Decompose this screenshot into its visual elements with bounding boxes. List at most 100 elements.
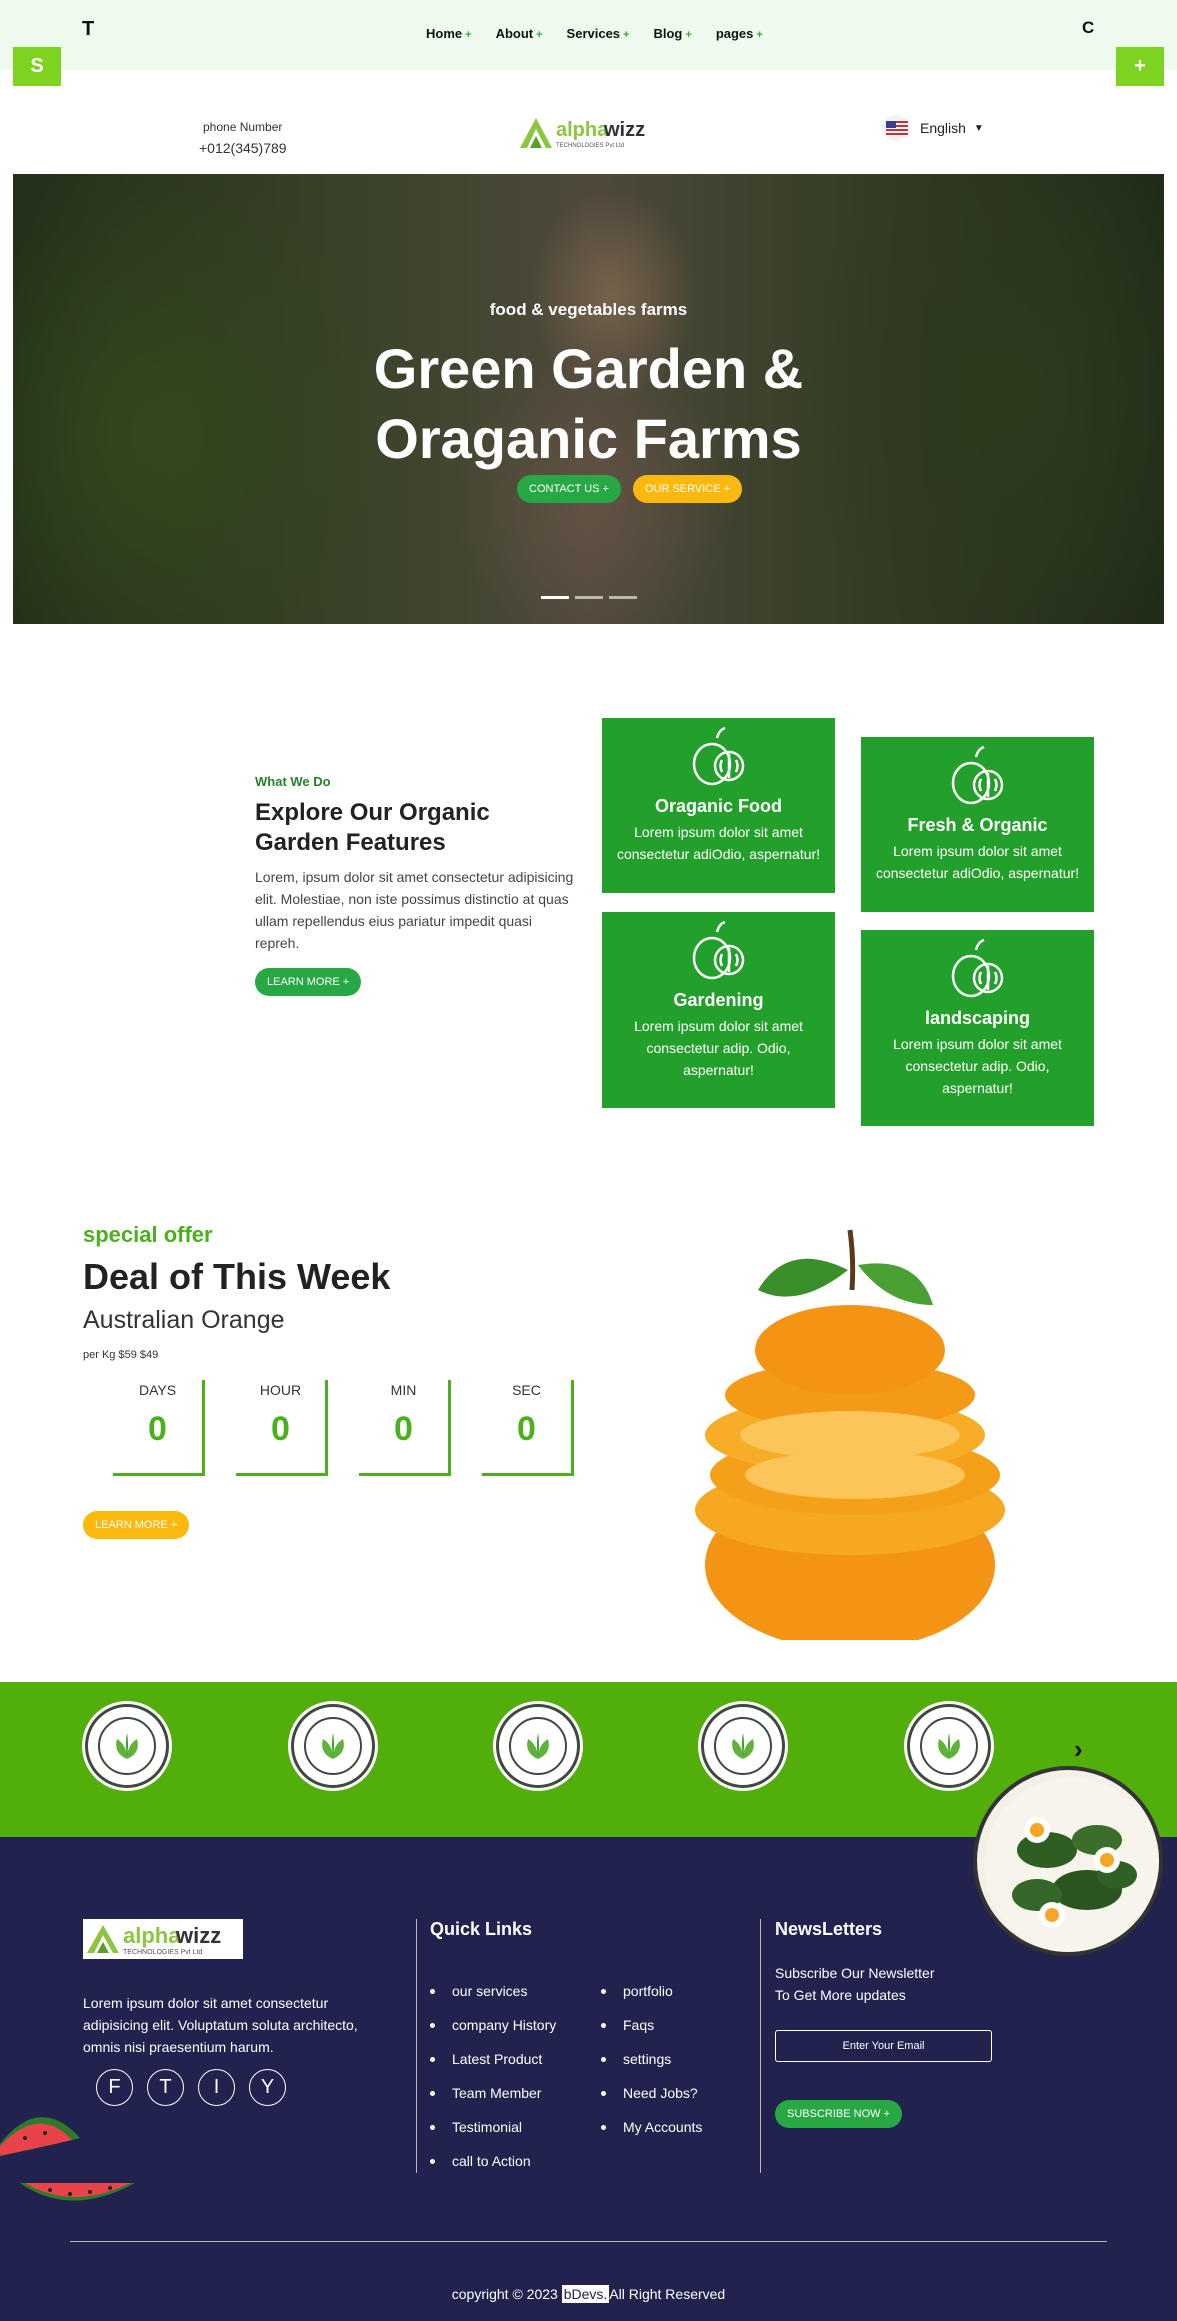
footer-link[interactable]: portfolio <box>601 1983 702 2017</box>
our-service-button[interactable]: OUR SERVICE + <box>632 475 743 503</box>
learn-more-button[interactable]: LEARN MORE + <box>255 968 362 996</box>
svg-text:TECHNOLOGIES Pvt Ltd: TECHNOLOGIES Pvt Ltd <box>123 1949 202 1956</box>
brand-link[interactable]: bDevs. <box>561 2285 610 2303</box>
phone-label: phone Number <box>203 120 283 134</box>
feature-card[interactable]: Fresh & Organic Lorem ipsum dolor sit am… <box>861 737 1094 912</box>
footer-link[interactable]: Testimonial <box>430 2119 556 2153</box>
footer-link[interactable]: company History <box>430 2017 556 2051</box>
footer-link[interactable]: settings <box>601 2051 702 2085</box>
subscribe-button[interactable]: SUBSCRIBE NOW + <box>775 2100 902 2128</box>
svg-text:wizz: wizz <box>175 1923 221 1948</box>
twitter-icon[interactable]: T <box>147 2069 184 2106</box>
hero-title: Green Garden & Oraganic Farms <box>373 337 804 470</box>
svg-text:alpha: alpha <box>556 119 609 141</box>
countdown-hours: HOUR 0 <box>236 1380 328 1476</box>
section-label: What We Do <box>255 774 331 789</box>
newsletter-text: Subscribe Our Newsletter To Get More upd… <box>775 1965 935 2003</box>
top-navbar: T Home + About + Services + Blog + pages + C <box>0 0 1177 70</box>
left-square-button[interactable]: S <box>13 47 61 86</box>
newsletter-title: NewsLetters <box>775 1919 883 1939</box>
plus-icon: + <box>536 29 543 41</box>
card-text: Lorem ipsum dolor sit amet consectetur a… <box>875 843 1080 881</box>
deal-learn-more-button[interactable]: LEARN MORE + <box>83 1511 190 1539</box>
chevron-right-icon[interactable]: › <box>1074 1734 1083 1765</box>
section-title: Explore Our Organic Garden Features <box>255 799 490 856</box>
footer-link[interactable]: Latest Product <box>430 2051 556 2085</box>
footer-link[interactable]: Team Member <box>430 2085 556 2119</box>
nav-services[interactable]: Services + <box>567 26 630 41</box>
phone-number[interactable]: +012(345)789 <box>199 140 287 156</box>
plus-icon: + <box>685 29 692 41</box>
feature-card[interactable]: landscaping Lorem ipsum dolor sit amet c… <box>861 930 1094 1126</box>
contact-us-button[interactable]: CONTACT US + <box>517 475 621 503</box>
card-title: Oraganic Food <box>654 796 782 816</box>
us-flag-icon <box>882 115 912 141</box>
slider-dot[interactable] <box>575 596 603 599</box>
quality-badge-icon <box>85 1704 169 1788</box>
youtube-icon[interactable]: Y <box>249 2069 286 2106</box>
pumpkin-icon <box>943 938 1013 1002</box>
nav-about[interactable]: About + <box>496 26 543 41</box>
svg-text:alpha: alpha <box>123 1923 181 1948</box>
top-left-letter: T <box>82 18 95 40</box>
language-label: English <box>920 120 966 136</box>
top-right-letter: C <box>1082 18 1095 37</box>
main-menu: Home + About + Services + Blog + pages + <box>426 26 763 41</box>
hero-slider: food & vegetables farms Green Garden & O… <box>13 174 1164 624</box>
pumpkin-icon <box>684 920 754 984</box>
card-text: Lorem ipsum dolor sit amet consectetur a… <box>893 1036 1062 1096</box>
footer-divider <box>416 1919 417 2173</box>
card-text: Lorem ipsum dolor sit amet consectetur a… <box>634 1018 803 1078</box>
deal-label: special offer <box>83 1222 213 1247</box>
card-title: Gardening <box>673 990 764 1010</box>
nav-home[interactable]: Home + <box>426 26 472 41</box>
slider-dot[interactable] <box>541 596 569 599</box>
footer-rule <box>70 2241 1107 2242</box>
footer-link[interactable]: call to Action <box>430 2153 556 2187</box>
nav-pages[interactable]: pages + <box>716 26 763 41</box>
feature-card[interactable]: Oraganic Food Lorem ipsum dolor sit amet… <box>602 718 835 893</box>
feature-card[interactable]: Gardening Lorem ipsum dolor sit amet con… <box>602 912 835 1108</box>
deal-title: Deal of This Week <box>83 1256 391 1297</box>
footer-divider <box>760 1919 761 2173</box>
quick-links-col1: our services company History Latest Prod… <box>430 1983 556 2187</box>
footer-link[interactable]: Need Jobs? <box>601 2085 702 2119</box>
quality-badge-icon <box>907 1704 991 1788</box>
card-title: landscaping <box>924 1008 1031 1028</box>
copyright: copyright © 2023 bDevs. All Right Reserve… <box>451 2285 726 2303</box>
pumpkin-icon <box>684 726 754 790</box>
plus-icon: + <box>623 29 630 41</box>
nav-blog[interactable]: Blog + <box>653 26 691 41</box>
orange-image <box>680 1220 1020 1650</box>
pumpkin-icon <box>943 745 1013 809</box>
watermelon-image <box>0 2098 140 2218</box>
svg-text:TECHNOLOGIES Pvt Ltd: TECHNOLOGIES Pvt Ltd <box>556 143 624 149</box>
countdown-minutes: MIN 0 <box>359 1380 451 1476</box>
card-title: Fresh & Organic <box>907 815 1048 835</box>
footer-link[interactable]: Faqs <box>601 2017 702 2051</box>
language-selector[interactable]: English ▼ <box>882 115 984 141</box>
slider-dot[interactable] <box>609 596 637 599</box>
footer-link[interactable]: our services <box>430 1983 556 2017</box>
right-square-button[interactable]: + <box>1116 47 1164 86</box>
quality-badge-icon <box>496 1704 580 1788</box>
countdown-days: DAYS 0 <box>113 1380 205 1476</box>
quality-badge-icon <box>291 1704 375 1788</box>
salad-bowl-image <box>973 1766 1163 1956</box>
quick-links-title: Quick Links <box>430 1919 533 1939</box>
countdown-seconds: SEC 0 <box>482 1380 574 1476</box>
slider-dots <box>541 596 637 599</box>
footer-link[interactable]: My Accounts <box>601 2119 702 2153</box>
newsletter-email-input[interactable] <box>775 2030 992 2062</box>
plus-icon: + <box>756 29 763 41</box>
chevron-down-icon: ▼ <box>973 122 984 134</box>
plus-icon: + <box>465 29 472 41</box>
instagram-icon[interactable]: I <box>198 2069 235 2106</box>
svg-text:wizz: wizz <box>603 119 645 141</box>
quality-badge-icon <box>701 1704 785 1788</box>
footer-logo[interactable]: alpha wizz TECHNOLOGIES Pvt Ltd <box>83 1919 243 1959</box>
deal-product: Australian Orange <box>83 1306 285 1334</box>
site-logo[interactable]: alpha wizz TECHNOLOGIES Pvt Ltd <box>518 114 660 154</box>
hero-subtitle: food & vegetables farms <box>489 300 688 319</box>
footer-about-text: Lorem ipsum dolor sit amet consectetur a… <box>83 1995 358 2055</box>
